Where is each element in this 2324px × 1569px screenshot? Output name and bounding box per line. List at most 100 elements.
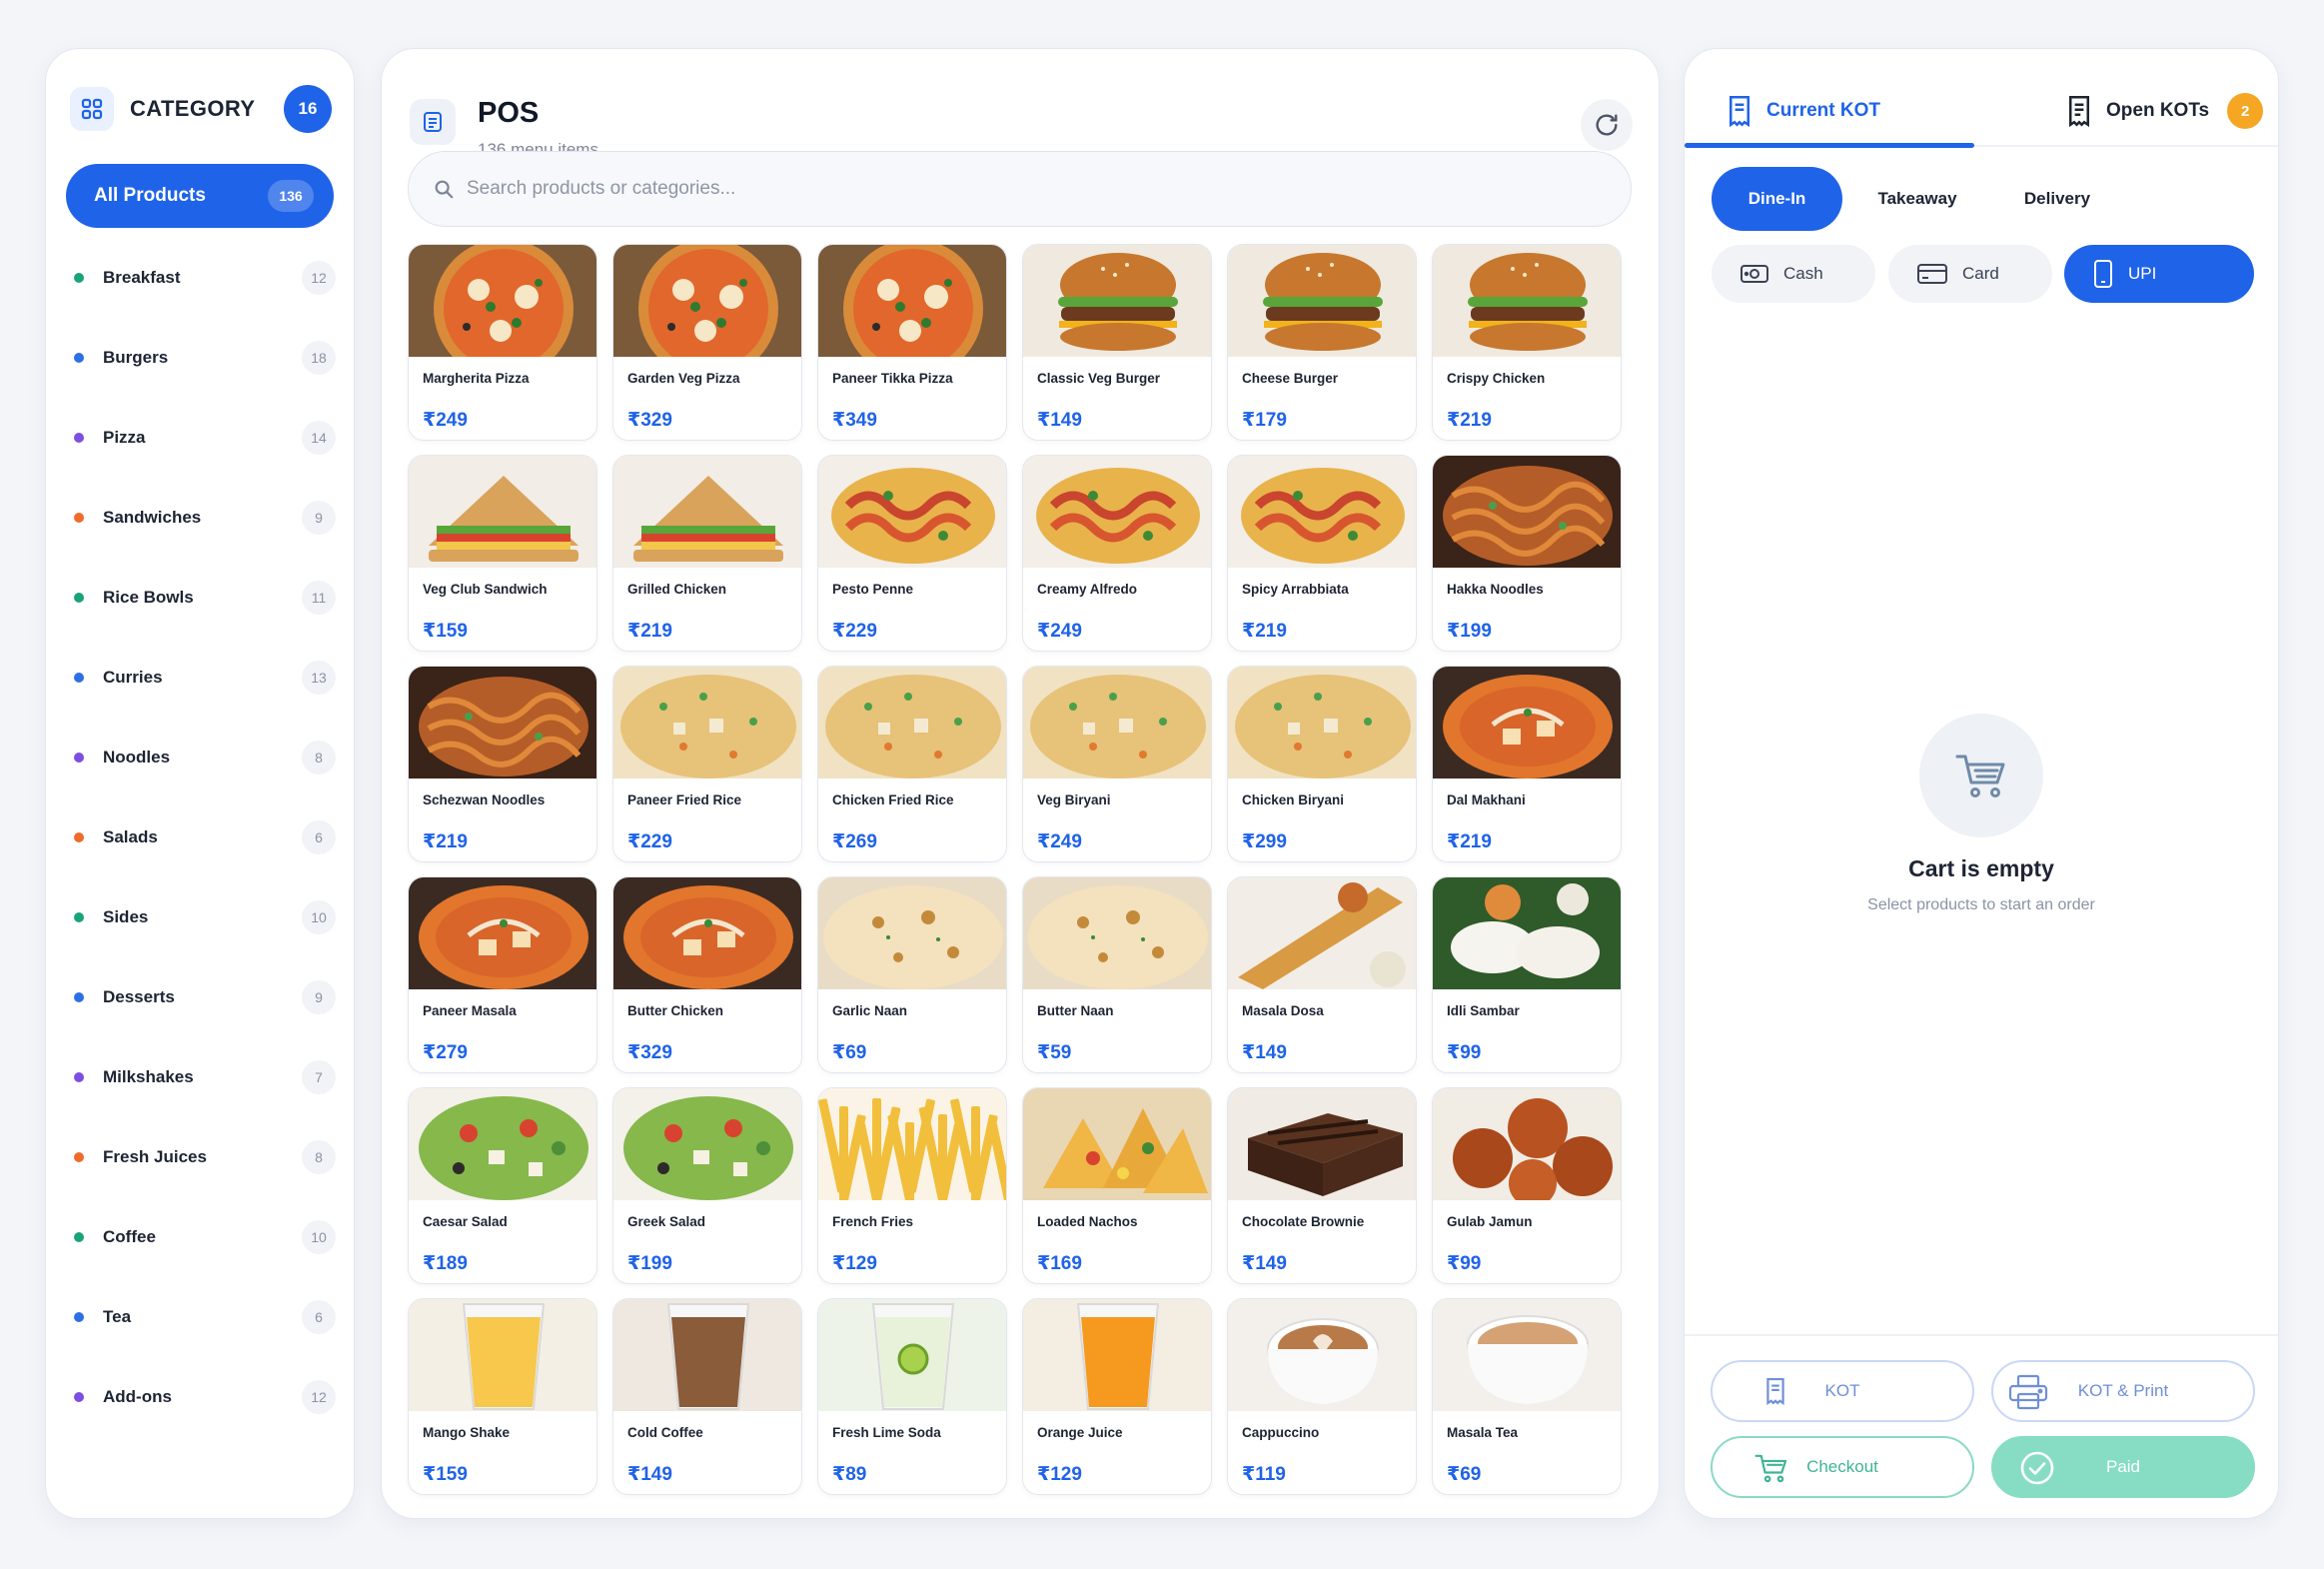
- product-card[interactable]: Idli Sambar ₹99: [1432, 876, 1622, 1073]
- sidebar-item-milkshakes[interactable]: Milkshakes 7: [74, 1037, 336, 1117]
- product-card[interactable]: Chocolate Brownie ₹149: [1227, 1087, 1417, 1284]
- product-card[interactable]: Dal Makhani ₹219: [1432, 666, 1622, 862]
- search-bar[interactable]: [408, 151, 1632, 227]
- refresh-button[interactable]: [1581, 99, 1633, 151]
- sidebar-item-burgers[interactable]: Burgers 18: [74, 318, 336, 398]
- sidebar-item-salads[interactable]: Salads 6: [74, 797, 336, 877]
- product-price: ₹89: [832, 1464, 867, 1485]
- category-all-products[interactable]: All Products 136: [66, 164, 334, 228]
- curry-image: [1433, 667, 1621, 779]
- product-card[interactable]: Paneer Tikka Pizza ₹349: [817, 244, 1007, 441]
- product-price: ₹149: [627, 1464, 672, 1485]
- product-card[interactable]: Mango Shake ₹159: [408, 1298, 597, 1495]
- product-card[interactable]: Garden Veg Pizza ₹329: [612, 244, 802, 441]
- product-card[interactable]: Veg Biryani ₹249: [1022, 666, 1212, 862]
- tab-current-kot[interactable]: Current KOT: [1725, 87, 1880, 135]
- product-card[interactable]: Greek Salad ₹199: [612, 1087, 802, 1284]
- category-count-badge: 16: [284, 85, 332, 133]
- order-type-delivery[interactable]: Delivery: [1992, 167, 2122, 231]
- sidebar-item-label: Burgers: [103, 348, 169, 367]
- fries-image: [818, 1088, 1006, 1200]
- tab-open-kots[interactable]: Open KOTs 2: [2064, 87, 2264, 135]
- sidebar-item-tea[interactable]: Tea 6: [74, 1277, 336, 1357]
- sandwich-image: [613, 456, 801, 568]
- sidebar-item-breakfast[interactable]: Breakfast 12: [74, 238, 336, 318]
- sidebar-item-count: 14: [302, 421, 336, 455]
- category-list: Breakfast 12 Burgers 18 Pizza 14 Sandwiches 9 Ri…: [74, 261, 336, 1437]
- product-card[interactable]: Pesto Penne ₹229: [817, 455, 1007, 652]
- product-card[interactable]: Caesar Salad ₹189: [408, 1087, 597, 1284]
- search-input[interactable]: [467, 178, 1631, 200]
- product-price: ₹129: [1037, 1464, 1082, 1485]
- product-card[interactable]: Cappuccino ₹119: [1227, 1298, 1417, 1495]
- product-name: Garlic Naan: [832, 1003, 908, 1018]
- sidebar-item-pizza[interactable]: Pizza 14: [74, 398, 336, 478]
- product-card[interactable]: Butter Chicken ₹329: [612, 876, 802, 1073]
- category-color-dot: [74, 1312, 84, 1322]
- product-card[interactable]: Gulab Jamun ₹99: [1432, 1087, 1622, 1284]
- product-card[interactable]: Creamy Alfredo ₹249: [1022, 455, 1212, 652]
- product-card[interactable]: French Fries ₹129: [817, 1087, 1007, 1284]
- product-card[interactable]: Butter Naan ₹59: [1022, 876, 1212, 1073]
- active-tab-indicator: [1685, 143, 1974, 148]
- product-card[interactable]: Veg Club Sandwich ₹159: [408, 455, 597, 652]
- sidebar-item-add-ons[interactable]: Add-ons 12: [74, 1357, 336, 1437]
- order-type-dine-in[interactable]: Dine-In: [1712, 167, 1842, 231]
- product-card[interactable]: Margherita Pizza ₹249: [408, 244, 597, 441]
- credit-card-icon: [1917, 264, 1947, 284]
- product-card[interactable]: Loaded Nachos ₹169: [1022, 1087, 1212, 1284]
- product-card[interactable]: Schezwan Noodles ₹219: [408, 666, 597, 862]
- payment-card[interactable]: Card: [1888, 245, 2052, 303]
- checkout-button[interactable]: Checkout: [1711, 1436, 1974, 1498]
- product-card[interactable]: Grilled Chicken ₹219: [612, 455, 802, 652]
- sidebar-item-count: 6: [302, 820, 336, 854]
- product-name: Greek Salad: [627, 1214, 706, 1229]
- product-name: Dal Makhani: [1447, 792, 1526, 807]
- product-card[interactable]: Paneer Masala ₹279: [408, 876, 597, 1073]
- payment-cash[interactable]: Cash: [1712, 245, 1875, 303]
- product-card[interactable]: Chicken Fried Rice ₹269: [817, 666, 1007, 862]
- kot-print-button[interactable]: KOT & Print: [1991, 1360, 2255, 1422]
- sidebar-item-rice-bowls[interactable]: Rice Bowls 11: [74, 558, 336, 638]
- category-panel: CATEGORY 16 All Products 136 Breakfast 12…: [45, 48, 355, 1519]
- receipt-icon: [1730, 96, 1749, 128]
- sidebar-item-desserts[interactable]: Desserts 9: [74, 957, 336, 1037]
- burger-image: [1023, 245, 1211, 357]
- product-card[interactable]: Paneer Fried Rice ₹229: [612, 666, 802, 862]
- sidebar-item-coffee[interactable]: Coffee 10: [74, 1197, 336, 1277]
- product-name: Butter Naan: [1037, 1003, 1114, 1018]
- sidebar-item-fresh-juices[interactable]: Fresh Juices 8: [74, 1117, 336, 1197]
- product-card[interactable]: Spicy Arrabbiata ₹219: [1227, 455, 1417, 652]
- sidebar-item-sides[interactable]: Sides 10: [74, 877, 336, 957]
- product-card[interactable]: Orange Juice ₹129: [1022, 1298, 1212, 1495]
- payment-method-selector: Cash Card UPI: [1712, 245, 2259, 303]
- sidebar-item-curries[interactable]: Curries 13: [74, 638, 336, 718]
- product-card[interactable]: Masala Tea ₹69: [1432, 1298, 1622, 1495]
- sidebar-item-sandwiches[interactable]: Sandwiches 9: [74, 478, 336, 558]
- product-price: ₹349: [832, 410, 877, 431]
- product-price: ₹99: [1447, 1042, 1482, 1063]
- product-price: ₹219: [423, 831, 468, 852]
- sandwich-image: [409, 456, 596, 568]
- product-card[interactable]: Cold Coffee ₹149: [612, 1298, 802, 1495]
- sidebar-item-noodles[interactable]: Noodles 8: [74, 718, 336, 797]
- salad-image: [409, 1088, 596, 1200]
- order-type-takeaway[interactable]: Takeaway: [1852, 167, 1982, 231]
- category-color-dot: [74, 353, 84, 363]
- paid-button[interactable]: Paid: [1991, 1436, 2255, 1498]
- product-card[interactable]: Masala Dosa ₹149: [1227, 876, 1417, 1073]
- product-card[interactable]: Fresh Lime Soda ₹89: [817, 1298, 1007, 1495]
- payment-upi[interactable]: UPI: [2064, 245, 2254, 303]
- product-card[interactable]: Cheese Burger ₹179: [1227, 244, 1417, 441]
- product-name: Idli Sambar: [1447, 1003, 1520, 1018]
- product-card[interactable]: Classic Veg Burger ₹149: [1022, 244, 1212, 441]
- pos-panel: POS 136 menu items Margherita Pizza ₹249 G…: [381, 48, 1660, 1519]
- naan-image: [818, 877, 1006, 989]
- kot-button[interactable]: KOT: [1711, 1360, 1974, 1422]
- product-card[interactable]: Crispy Chicken ₹219: [1432, 244, 1622, 441]
- product-name: Veg Biryani: [1037, 792, 1111, 807]
- product-name: Mango Shake: [423, 1425, 511, 1440]
- product-card[interactable]: Garlic Naan ₹69: [817, 876, 1007, 1073]
- product-card[interactable]: Chicken Biryani ₹299: [1227, 666, 1417, 862]
- product-card[interactable]: Hakka Noodles ₹199: [1432, 455, 1622, 652]
